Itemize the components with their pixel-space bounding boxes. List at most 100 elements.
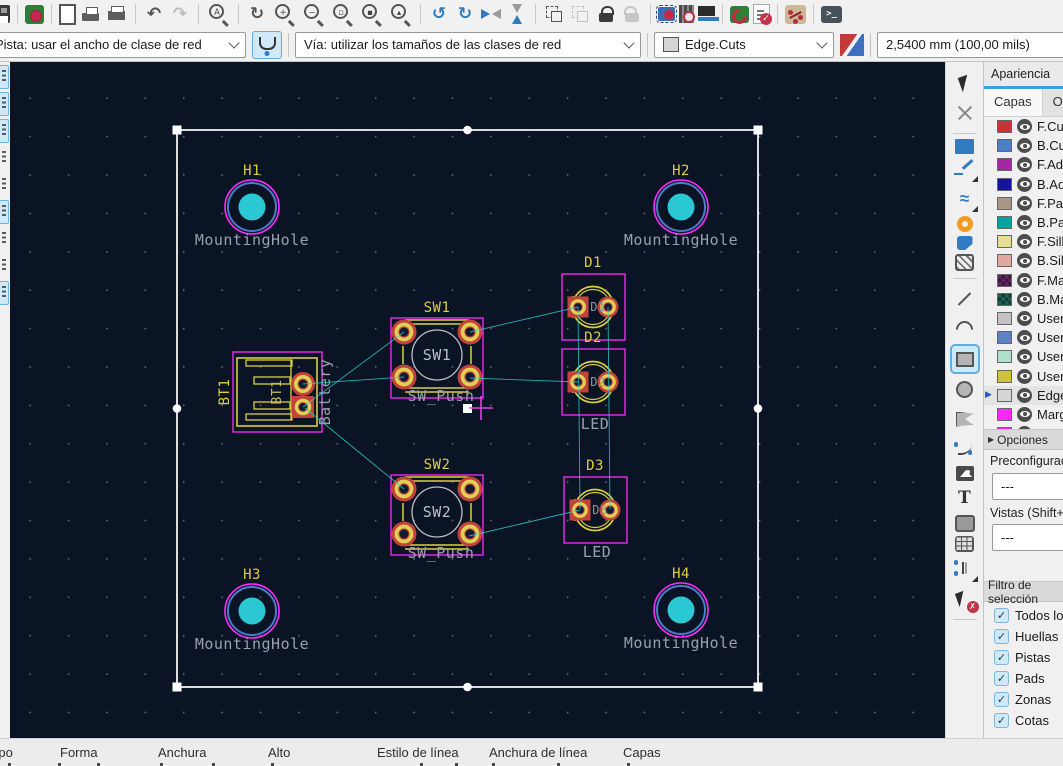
add-textbox-tool-icon[interactable] [955, 515, 975, 532]
ratsnest-visibility-toggle-icon[interactable] [0, 254, 9, 278]
layer-color-swatch[interactable] [997, 216, 1012, 229]
grid-dots-toggle-icon[interactable] [0, 65, 9, 89]
cursor-shape-toggle-icon[interactable] [0, 227, 9, 251]
checkbox-checked-icon[interactable]: ✓ [994, 671, 1009, 686]
save-button-icon[interactable] [0, 5, 10, 23]
zoom-fit-page-button-icon[interactable]: ▫ [330, 2, 355, 27]
update-pcb-from-schematic-button-icon[interactable] [730, 6, 749, 23]
layer-row-f-adhesive[interactable]: F.Adhesive [984, 155, 1063, 174]
options-section-header[interactable]: ▶ Opciones [984, 429, 1063, 450]
layer-color-swatch[interactable] [997, 274, 1012, 287]
add-image-tool-icon[interactable] [956, 466, 974, 481]
page-settings-button-icon[interactable] [59, 4, 76, 25]
visibility-eye-icon[interactable] [1017, 407, 1032, 422]
add-via-tool-icon[interactable] [957, 216, 973, 232]
flip-vertical-button-icon[interactable] [506, 3, 528, 25]
visibility-eye-icon[interactable] [1017, 157, 1032, 172]
layer-pair-icon[interactable] [840, 34, 864, 56]
add-footprint-tool-icon[interactable] [957, 141, 972, 152]
curved-ratsnest-toggle-icon[interactable] [0, 281, 9, 305]
visibility-eye-icon[interactable] [1017, 388, 1032, 403]
visibility-eye-icon[interactable] [1017, 196, 1032, 211]
visibility-eye-icon[interactable] [1017, 215, 1032, 230]
layer-row-f-paste[interactable]: F.Paste [984, 194, 1063, 213]
unlock-button-icon[interactable] [621, 3, 643, 25]
visibility-eye-icon[interactable] [1017, 292, 1032, 307]
redo-button-icon[interactable]: ↷ [169, 3, 191, 25]
rotate-cw-button-icon[interactable]: ↻ [454, 3, 476, 25]
layer-color-swatch[interactable] [997, 178, 1012, 191]
board-stackup-button-icon[interactable] [698, 6, 715, 23]
layer-color-swatch[interactable] [997, 235, 1012, 248]
flip-horizontal-button-icon[interactable] [480, 3, 502, 25]
scripting-console-button-icon[interactable]: >_ [821, 6, 842, 23]
route-tracks-tool-icon[interactable] [952, 156, 978, 182]
polar-coordinates-toggle-icon[interactable] [0, 119, 9, 143]
layer-row-f-silkscreen[interactable]: F.Silkscreen [984, 232, 1063, 251]
draw-bezier-tool-icon[interactable] [952, 436, 978, 462]
draw-polygon-tool-icon[interactable] [952, 406, 978, 432]
presets-select[interactable]: --- [992, 473, 1063, 500]
highlight-net-button-icon[interactable] [785, 5, 806, 24]
pcb-canvas[interactable]: H1MountingHoleH2MountingHoleH3MountingHo… [10, 62, 945, 738]
dimension-tool-icon[interactable] [952, 556, 978, 582]
ungroup-button-icon[interactable] [569, 3, 591, 25]
add-rule-area-tool-icon[interactable] [955, 254, 974, 271]
layer-row-f-mask[interactable]: F.Mask [984, 271, 1063, 290]
visibility-eye-icon[interactable] [1017, 119, 1032, 134]
draw-rectangle-tool-icon[interactable] [952, 346, 978, 372]
layer-color-swatch[interactable] [997, 293, 1012, 306]
layer-color-swatch[interactable] [997, 389, 1012, 402]
layer-color-swatch[interactable] [997, 197, 1012, 210]
undo-button-icon[interactable]: ↶ [143, 3, 165, 25]
visibility-eye-icon[interactable] [1017, 349, 1032, 364]
add-text-tool-icon[interactable]: T [952, 485, 978, 511]
layer-row-user-drawings[interactable]: User.Drawings [984, 309, 1063, 328]
layer-row-b-mask[interactable]: B.Mask [984, 290, 1063, 309]
board-setup-button-icon[interactable] [25, 5, 44, 24]
layer-color-swatch[interactable] [997, 331, 1012, 344]
visibility-eye-icon[interactable] [1017, 253, 1032, 268]
layer-color-swatch[interactable] [997, 158, 1012, 171]
layer-color-swatch[interactable] [997, 370, 1012, 383]
refresh-button-icon[interactable]: ↻ [246, 3, 268, 25]
layer-color-swatch[interactable] [997, 254, 1012, 267]
draw-circle-tool-icon[interactable] [952, 376, 978, 402]
draw-arc-tool-icon[interactable] [952, 316, 978, 342]
draw-line-tool-icon[interactable] [952, 286, 978, 312]
layer-row-user-eco2[interactable]: User.Eco2 [984, 366, 1063, 385]
layer-row-f-cu[interactable]: F.Cu [984, 117, 1063, 136]
active-layer-select[interactable]: Edge.Cuts [654, 32, 834, 58]
select-tool-icon[interactable] [952, 70, 978, 96]
layer-color-swatch[interactable] [997, 139, 1012, 152]
via-size-select[interactable]: Vía: utilizar los tamaños de las clases … [295, 32, 641, 58]
checkbox-checked-icon[interactable]: ✓ [994, 650, 1009, 665]
units-inches-toggle-icon[interactable] [0, 146, 9, 170]
visibility-eye-icon[interactable] [1017, 273, 1032, 288]
add-filled-zone-tool-icon[interactable] [957, 236, 973, 250]
visibility-eye-icon[interactable] [1017, 177, 1032, 192]
visibility-eye-icon[interactable] [1017, 330, 1032, 345]
auto-track-width-toggle-icon[interactable] [252, 31, 282, 59]
zoom-out-button-icon[interactable]: − [301, 2, 326, 27]
layer-row-margin[interactable]: Margin [984, 405, 1063, 424]
layer-color-swatch[interactable] [997, 408, 1012, 421]
layer-row-b-cu[interactable]: B.Cu [984, 136, 1063, 155]
units-mils-toggle-icon[interactable] [0, 173, 9, 197]
rotate-ccw-button-icon[interactable]: ↺ [428, 3, 450, 25]
zoom-fit-objects-button-icon[interactable]: ▪ [359, 2, 384, 27]
visibility-eye-icon[interactable] [1017, 234, 1032, 249]
layer-color-swatch[interactable] [997, 312, 1012, 325]
views-select[interactable]: --- [992, 524, 1063, 551]
visibility-eye-icon[interactable] [1017, 138, 1032, 153]
track-width-select[interactable]: Pista: usar el ancho de clase de red [0, 32, 246, 58]
checkbox-checked-icon[interactable]: ✓ [994, 713, 1009, 728]
grid-style-toggle-icon[interactable] [0, 92, 9, 116]
layer-row-b-paste[interactable]: B.Paste [984, 213, 1063, 232]
visibility-eye-icon[interactable] [1017, 369, 1032, 384]
checkbox-checked-icon[interactable]: ✓ [994, 692, 1009, 707]
delete-tool-icon[interactable] [952, 586, 978, 612]
tune-length-tool-icon[interactable]: ≈ [952, 186, 978, 212]
grid-select[interactable]: 2,5400 mm (100,00 mils) [877, 32, 1063, 58]
plot-button-icon[interactable] [106, 3, 128, 25]
